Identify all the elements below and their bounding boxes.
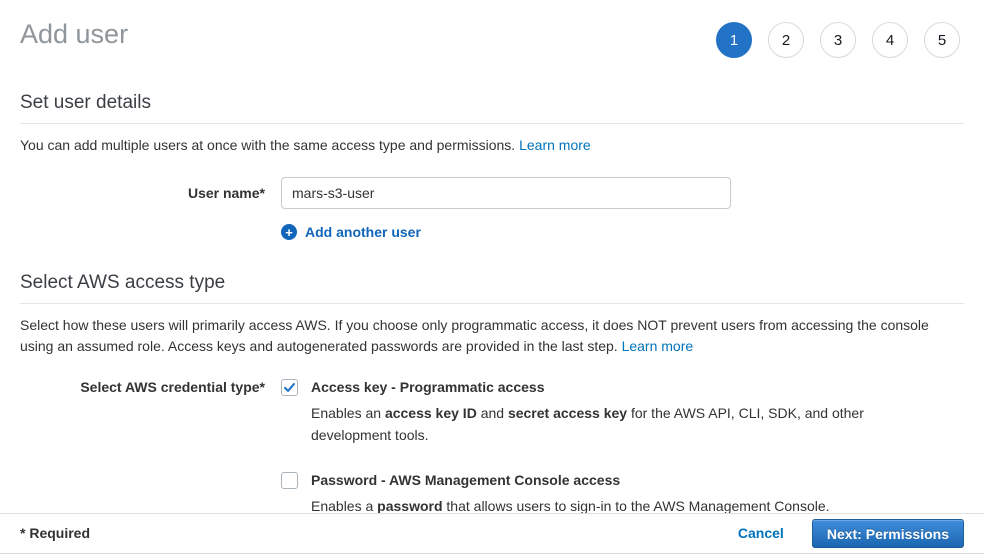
user-details-learn-more-link[interactable]: Learn more	[519, 137, 591, 153]
username-input[interactable]	[281, 177, 731, 209]
divider	[20, 303, 964, 304]
access-key-option-body: Access key - Programmatic access Enables…	[311, 378, 876, 446]
user-details-heading: Set user details	[20, 92, 964, 114]
wizard-footer: * Required Cancel Next: Permissions	[0, 513, 984, 554]
add-user-page: Add user 1 2 3 4 5 Set user details You …	[0, 0, 984, 517]
page-header: Add user 1 2 3 4 5	[20, 0, 964, 58]
desc-text-bold: access key ID	[385, 405, 477, 421]
username-row: User name*	[20, 177, 964, 209]
divider	[20, 123, 964, 124]
option-password: Password - AWS Management Console access…	[281, 471, 964, 517]
desc-text: and	[477, 405, 508, 421]
add-another-user-button[interactable]: + Add another user	[281, 224, 421, 240]
access-key-checkbox[interactable]	[281, 379, 298, 396]
desc-text: that allows users to sign-in to the AWS …	[443, 498, 830, 514]
desc-text: Enables a	[311, 498, 377, 514]
credential-type-row: Select AWS credential type* Access key -…	[20, 378, 964, 517]
password-option-title: Password - AWS Management Console access	[311, 471, 830, 490]
step-2-badge: 2	[768, 22, 804, 58]
user-details-description: You can add multiple users at once with …	[20, 135, 964, 156]
desc-text-bold: secret access key	[508, 405, 627, 421]
next-permissions-button[interactable]: Next: Permissions	[812, 519, 964, 548]
username-label: User name*	[20, 177, 265, 209]
access-key-option-title: Access key - Programmatic access	[311, 378, 876, 397]
user-details-description-text: You can add multiple users at once with …	[20, 137, 515, 153]
access-type-heading: Select AWS access type	[20, 272, 964, 294]
step-3-badge: 3	[820, 22, 856, 58]
option-access-key: Access key - Programmatic access Enables…	[281, 378, 964, 446]
access-type-description-text: Select how these users will primarily ac…	[20, 317, 929, 354]
page-title: Add user	[20, 18, 128, 50]
step-indicator: 1 2 3 4 5	[716, 18, 964, 58]
cancel-button[interactable]: Cancel	[738, 525, 784, 541]
credential-type-label: Select AWS credential type*	[20, 378, 265, 517]
access-type-learn-more-link[interactable]: Learn more	[622, 338, 694, 354]
desc-text-bold: password	[377, 498, 442, 514]
plus-circle-icon: +	[281, 224, 297, 240]
username-field-wrap	[281, 177, 964, 209]
checkmark-icon	[283, 381, 296, 394]
step-5-badge: 5	[924, 22, 960, 58]
access-key-option-description: Enables an access key ID and secret acce…	[311, 402, 876, 446]
step-4-badge: 4	[872, 22, 908, 58]
step-1-badge: 1	[716, 22, 752, 58]
required-note: * Required	[20, 525, 90, 541]
desc-text: Enables an	[311, 405, 385, 421]
add-another-user-label: Add another user	[305, 224, 421, 240]
access-type-description: Select how these users will primarily ac…	[20, 315, 964, 357]
password-option-body: Password - AWS Management Console access…	[311, 471, 830, 517]
password-checkbox[interactable]	[281, 472, 298, 489]
credential-options: Access key - Programmatic access Enables…	[281, 378, 964, 517]
